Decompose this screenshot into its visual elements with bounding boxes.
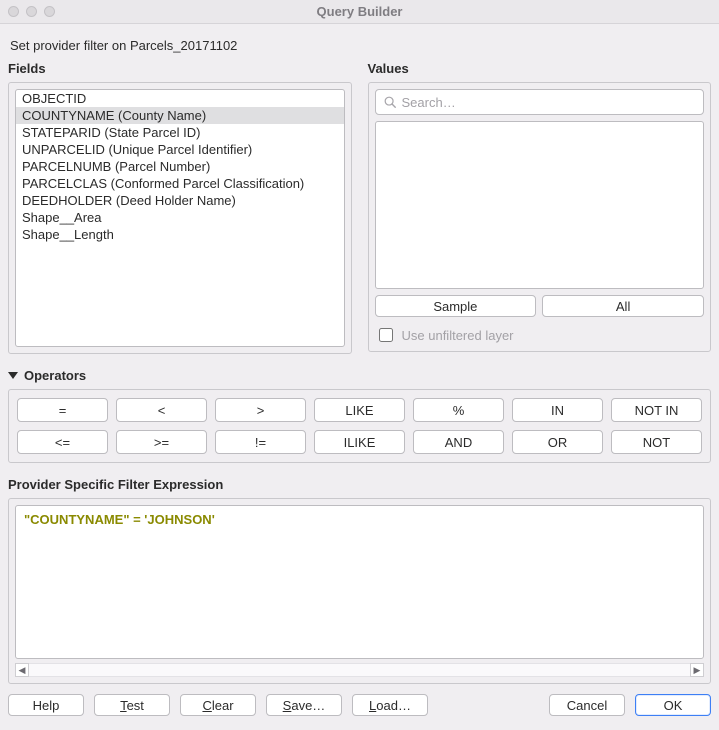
use-unfiltered-checkbox[interactable]: Use unfiltered layer — [375, 325, 514, 345]
operator-button[interactable]: NOT — [611, 430, 702, 454]
minimize-window-button[interactable] — [26, 6, 37, 17]
scroll-right-icon[interactable]: ▶ — [690, 663, 704, 677]
expression-hscroll[interactable]: ◀ ▶ — [15, 663, 704, 677]
fields-list-item[interactable]: Shape__Area — [16, 209, 344, 226]
operator-button[interactable]: ILIKE — [314, 430, 405, 454]
values-search-input[interactable] — [375, 89, 705, 115]
help-button[interactable]: Help — [8, 694, 84, 716]
operator-button[interactable]: >= — [116, 430, 207, 454]
scroll-track[interactable] — [29, 663, 690, 677]
use-unfiltered-checkbox-input[interactable] — [379, 328, 393, 342]
zoom-window-button[interactable] — [44, 6, 55, 17]
sample-button[interactable]: Sample — [375, 295, 537, 317]
fields-list-item[interactable]: OBJECTID — [16, 90, 344, 107]
fields-list[interactable]: OBJECTIDCOUNTYNAME (County Name)STATEPAR… — [15, 89, 345, 347]
test-button[interactable]: Test — [94, 694, 170, 716]
scroll-left-icon[interactable]: ◀ — [15, 663, 29, 677]
expression-label: Provider Specific Filter Expression — [8, 477, 711, 492]
window-title: Query Builder — [0, 4, 719, 19]
fields-list-item[interactable]: PARCELNUMB (Parcel Number) — [16, 158, 344, 175]
close-window-button[interactable] — [8, 6, 19, 17]
operator-button[interactable]: = — [17, 398, 108, 422]
cancel-button[interactable]: Cancel — [549, 694, 625, 716]
footer: Help Test Clear Save… Load… Cancel OK — [8, 694, 711, 716]
operator-button[interactable]: < — [116, 398, 207, 422]
chevron-down-icon — [8, 372, 18, 379]
operators-row-2: <= >= != ILIKE AND OR NOT — [17, 430, 702, 454]
operator-button[interactable]: LIKE — [314, 398, 405, 422]
window-controls — [0, 6, 55, 17]
operator-button[interactable]: OR — [512, 430, 603, 454]
use-unfiltered-label: Use unfiltered layer — [402, 328, 514, 343]
values-label: Values — [368, 61, 712, 82]
fields-list-item[interactable]: PARCELCLAS (Conformed Parcel Classificat… — [16, 175, 344, 192]
titlebar: Query Builder — [0, 0, 719, 24]
ok-button[interactable]: OK — [635, 694, 711, 716]
operator-button[interactable]: % — [413, 398, 504, 422]
all-button[interactable]: All — [542, 295, 704, 317]
clear-button[interactable]: Clear — [180, 694, 256, 716]
operator-button[interactable]: IN — [512, 398, 603, 422]
fields-list-item[interactable]: DEEDHOLDER (Deed Holder Name) — [16, 192, 344, 209]
values-list[interactable] — [375, 121, 705, 289]
expression-editor[interactable]: "COUNTYNAME" = 'JOHNSON' — [15, 505, 704, 659]
fields-list-item[interactable]: COUNTYNAME (County Name) — [16, 107, 344, 124]
operators-toggle[interactable]: Operators — [8, 366, 711, 389]
expression-panel: "COUNTYNAME" = 'JOHNSON' ◀ ▶ — [8, 498, 711, 684]
subtitle-text: Set provider filter on Parcels_20171102 — [8, 32, 711, 61]
operator-button[interactable]: <= — [17, 430, 108, 454]
operator-button[interactable]: > — [215, 398, 306, 422]
fields-list-item[interactable]: UNPARCELID (Unique Parcel Identifier) — [16, 141, 344, 158]
operator-button[interactable]: != — [215, 430, 306, 454]
search-icon — [383, 95, 397, 109]
operator-button[interactable]: AND — [413, 430, 504, 454]
load-button[interactable]: Load… — [352, 694, 428, 716]
operators-label: Operators — [24, 368, 86, 383]
fields-list-item[interactable]: STATEPARID (State Parcel ID) — [16, 124, 344, 141]
fields-label: Fields — [8, 61, 352, 82]
operators-row-1: = < > LIKE% IN NOT IN — [17, 398, 702, 422]
operator-button[interactable]: NOT IN — [611, 398, 702, 422]
values-panel: Sample All Use unfiltered layer — [368, 82, 712, 352]
operators-panel: = < > LIKE% IN NOT IN <= >= != ILIKE AND OR NOT — [8, 389, 711, 463]
save-button[interactable]: Save… — [266, 694, 342, 716]
fields-list-item[interactable]: Shape__Length — [16, 226, 344, 243]
fields-panel: OBJECTIDCOUNTYNAME (County Name)STATEPAR… — [8, 82, 352, 354]
